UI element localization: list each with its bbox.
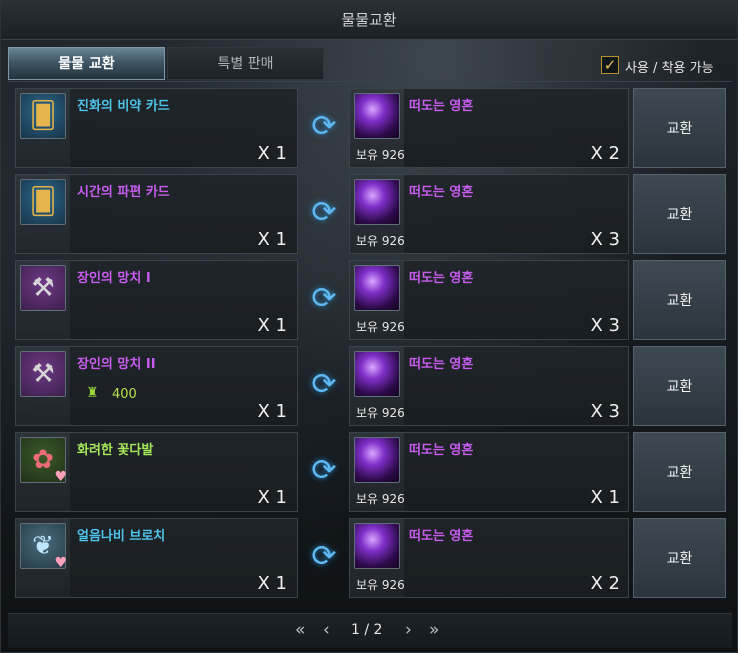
give-item-quantity: X 1: [257, 229, 287, 250]
exchange-row: ⚒ 장인의 망치 II ♜ 400 X 1 ⟳ 떠도는 영혼 보유 926 X 3…: [8, 340, 732, 426]
exchange-row: ✿ ♥ 화려한 꽃다발 X 1 ⟳ 떠도는 영혼 보유 926 X 1 교환: [8, 426, 732, 512]
owned-count: 보유 926: [356, 578, 405, 592]
give-item-name: 화려한 꽃다발: [77, 443, 154, 458]
butterfly-brooch-icon[interactable]: ❦ ♥: [20, 523, 67, 571]
flower-bouquet-icon[interactable]: ✿ ♥: [20, 437, 67, 485]
card-icon[interactable]: 🂠: [20, 179, 66, 225]
exchange-arrows-icon: ⟳: [311, 452, 337, 488]
receive-item-quantity: X 3: [590, 401, 620, 422]
item-glyph: ⚒: [31, 359, 55, 389]
give-item-slot: 🂠 시간의 파편 카드 X 1: [15, 174, 298, 254]
give-item-name: 시간의 파편 카드: [77, 185, 170, 200]
exchange-button[interactable]: 교환: [633, 432, 726, 512]
item-glyph: 🂠: [29, 187, 57, 217]
tab-barter[interactable]: 물물 교환: [8, 47, 165, 80]
item-glyph: ✿: [32, 445, 54, 475]
give-item-slot: ✿ ♥ 화려한 꽃다발 X 1: [15, 432, 298, 512]
heart-icon: ♥: [54, 469, 67, 485]
give-item-name: 얼음나비 브로치: [77, 529, 166, 544]
exchange-arrows-icon: ⟳: [311, 108, 337, 144]
receive-item-quantity: X 2: [590, 143, 620, 164]
receive-item-name: 떠도는 영혼: [409, 529, 474, 544]
give-item-name: 장인의 망치 I: [77, 271, 151, 286]
exchange-button[interactable]: 교환: [633, 346, 726, 426]
window-title: 물물교환: [1, 1, 737, 40]
receive-item-slot: 떠도는 영혼 보유 926 X 3: [349, 346, 629, 426]
exchange-button[interactable]: 교환: [633, 88, 726, 168]
owned-count: 보유 926: [356, 320, 405, 334]
wandering-soul-orb-icon[interactable]: [354, 523, 400, 569]
item-glyph: 🂠: [29, 101, 57, 131]
owned-count: 보유 926: [356, 148, 405, 162]
receive-item-quantity: X 3: [590, 315, 620, 336]
exchange-button[interactable]: 교환: [633, 174, 726, 254]
wandering-soul-orb-icon[interactable]: [354, 437, 400, 483]
pagination-bar: « ‹ 1 / 2 › »: [8, 613, 732, 648]
usable-checkbox[interactable]: ✓: [601, 56, 619, 74]
receive-item-quantity: X 1: [590, 487, 620, 508]
receive-item-slot: 떠도는 영혼 보유 926 X 2: [349, 518, 629, 598]
item-glyph: ❦: [32, 531, 54, 561]
give-item-quantity: X 1: [257, 573, 287, 594]
exchange-arrows-icon: ⟳: [311, 280, 337, 316]
owned-count: 보유 926: [356, 492, 405, 506]
receive-item-slot: 떠도는 영혼 보유 926 X 3: [349, 260, 629, 340]
page-indicator: 1 / 2: [351, 622, 383, 638]
heart-icon: ♥: [54, 555, 67, 571]
receive-item-name: 떠도는 영혼: [409, 99, 474, 114]
give-item-quantity: X 1: [257, 401, 287, 422]
exchange-button[interactable]: 교환: [633, 260, 726, 340]
receive-item-slot: 떠도는 영혼 보유 926 X 2: [349, 88, 629, 168]
exchange-list: 🂠 진화의 비약 카드 X 1 ⟳ 떠도는 영혼 보유 926 X 2 교환 🂠…: [8, 81, 732, 606]
wandering-soul-orb-icon[interactable]: [354, 93, 400, 139]
exchange-row: ⚒ 장인의 망치 I X 1 ⟳ 떠도는 영혼 보유 926 X 3 교환: [8, 254, 732, 340]
give-item-quantity: X 1: [257, 143, 287, 164]
hammer-icon[interactable]: ⚒: [20, 265, 66, 311]
stat-icon: ♜: [86, 385, 99, 401]
exchange-row: 🂠 진화의 비약 카드 X 1 ⟳ 떠도는 영혼 보유 926 X 2 교환: [8, 82, 732, 168]
exchange-row: 🂠 시간의 파편 카드 X 1 ⟳ 떠도는 영혼 보유 926 X 3 교환: [8, 168, 732, 254]
tab-special-sale[interactable]: 특별 판매: [167, 47, 324, 80]
give-item-slot: ⚒ 장인의 망치 II ♜ 400 X 1: [15, 346, 298, 426]
first-page-icon[interactable]: «: [295, 620, 305, 640]
item-glyph: ⚒: [31, 273, 55, 303]
next-page-icon[interactable]: ›: [405, 620, 412, 640]
give-item-name: 진화의 비약 카드: [77, 99, 170, 114]
receive-item-quantity: X 3: [590, 229, 620, 250]
receive-item-name: 떠도는 영혼: [409, 271, 474, 286]
exchange-button[interactable]: 교환: [633, 518, 726, 598]
give-item-name: 장인의 망치 II: [77, 357, 156, 372]
usable-filter-label: 사용 / 착용 가능: [625, 61, 714, 76]
wandering-soul-orb-icon[interactable]: [354, 351, 400, 397]
receive-item-name: 떠도는 영혼: [409, 443, 474, 458]
prev-page-icon[interactable]: ‹: [323, 620, 330, 640]
hammer-icon[interactable]: ⚒: [20, 351, 66, 397]
exchange-row: ❦ ♥ 얼음나비 브로치 X 1 ⟳ 떠도는 영혼 보유 926 X 2 교환: [8, 512, 732, 598]
receive-item-name: 떠도는 영혼: [409, 357, 474, 372]
exchange-arrows-icon: ⟳: [311, 194, 337, 230]
exchange-arrows-icon: ⟳: [311, 538, 337, 574]
card-icon[interactable]: 🂠: [20, 93, 66, 139]
give-item-quantity: X 1: [257, 315, 287, 336]
give-item-stat: 400: [112, 387, 137, 402]
barter-window: 물물교환 물물 교환 특별 판매 ✓ 사용 / 착용 가능 🂠 진화의 비약 카…: [0, 0, 738, 653]
owned-count: 보유 926: [356, 234, 405, 248]
owned-count: 보유 926: [356, 406, 405, 420]
receive-item-slot: 떠도는 영혼 보유 926 X 3: [349, 174, 629, 254]
wandering-soul-orb-icon[interactable]: [354, 265, 400, 311]
last-page-icon[interactable]: »: [429, 620, 439, 640]
wandering-soul-orb-icon[interactable]: [354, 179, 400, 225]
give-item-slot: ⚒ 장인의 망치 I X 1: [15, 260, 298, 340]
receive-item-name: 떠도는 영혼: [409, 185, 474, 200]
give-item-slot: 🂠 진화의 비약 카드 X 1: [15, 88, 298, 168]
receive-item-quantity: X 2: [590, 573, 620, 594]
give-item-quantity: X 1: [257, 487, 287, 508]
exchange-arrows-icon: ⟳: [311, 366, 337, 402]
receive-item-slot: 떠도는 영혼 보유 926 X 1: [349, 432, 629, 512]
give-item-slot: ❦ ♥ 얼음나비 브로치 X 1: [15, 518, 298, 598]
